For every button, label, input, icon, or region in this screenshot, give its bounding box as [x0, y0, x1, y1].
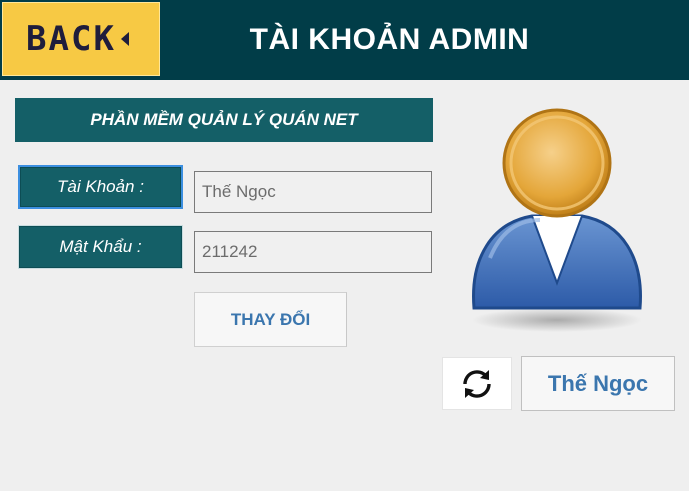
user-name-button[interactable]: Thế Ngọc [521, 356, 675, 411]
account-label: Tài Khoản : [18, 165, 183, 209]
password-label: Mật Khẩu : [18, 225, 183, 269]
account-input[interactable] [194, 171, 432, 213]
header-bar: BACK TÀI KHOẢN ADMIN [0, 0, 689, 80]
back-button-label: BACK [26, 19, 116, 59]
refresh-button[interactable] [442, 357, 512, 410]
change-button[interactable]: THAY ĐỔI [194, 292, 347, 347]
back-arrow-icon [120, 32, 129, 46]
password-input[interactable] [194, 231, 432, 273]
app-subtitle: PHẦN MỀM QUẢN LÝ QUÁN NET [15, 98, 433, 142]
refresh-icon [463, 369, 491, 398]
page-title: TÀI KHOẢN ADMIN [249, 23, 530, 56]
user-avatar-icon [472, 108, 642, 332]
back-button[interactable]: BACK [2, 2, 160, 76]
